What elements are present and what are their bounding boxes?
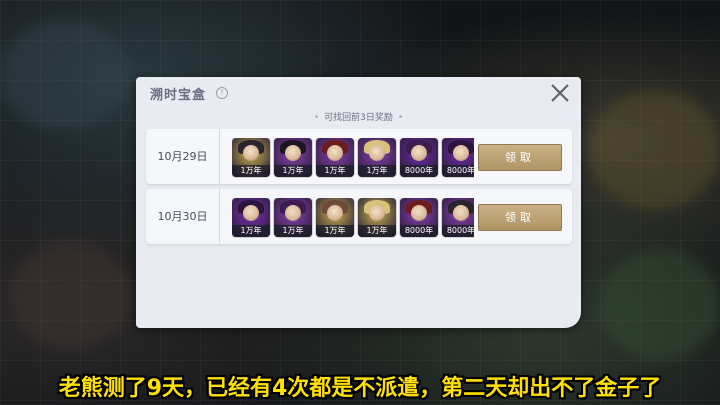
reward-amount: 8000年 (400, 225, 438, 237)
reward-amount: 1万年 (274, 225, 312, 237)
portrait-face (327, 145, 343, 161)
reward-amount: 1万年 (274, 165, 312, 177)
reward-item[interactable]: 1万年 (358, 138, 396, 177)
portrait-face (411, 145, 427, 161)
reward-item[interactable]: 1万年 (274, 138, 312, 177)
close-icon (551, 84, 569, 102)
reward-item[interactable]: 1万年 (232, 138, 270, 177)
reward-amount: 1万年 (232, 165, 270, 177)
reward-list: 1万年 1万年 1万年 1万年 8000年 8000年 (232, 138, 474, 178)
subtitle-dot: • (397, 113, 404, 123)
portrait-face (285, 205, 301, 221)
reward-item[interactable]: 1万年 (316, 138, 354, 177)
portrait-face (243, 205, 259, 221)
reward-amount: 8000年 (442, 225, 474, 237)
subtitle-dot: • (313, 113, 320, 123)
retro-box-panel: 溯时宝盒 ! • 可找回前3日奖励 • 10月29日 1万年 1万年 1万年 1万年 800… (136, 77, 581, 328)
row-date: 10月29日 (146, 129, 220, 184)
panel-title: 溯时宝盒 (150, 88, 207, 103)
portrait-face (453, 205, 469, 221)
background-blob (10, 240, 130, 350)
reward-item[interactable]: 8000年 (442, 138, 474, 177)
close-button[interactable] (549, 82, 571, 104)
portrait-face (453, 145, 469, 161)
portrait-face (327, 205, 343, 221)
reward-item[interactable]: 8000年 (442, 198, 474, 237)
video-caption: 老熊测了9天，已经有4次都是不派遣，第二天却出不了金子了 (58, 376, 662, 401)
reward-row: 10月29日 1万年 1万年 1万年 1万年 8000年 8000年 领取 (146, 129, 572, 184)
panel-subtitle: • 可找回前3日奖励 • (136, 110, 581, 123)
reward-amount: 8000年 (442, 165, 474, 177)
reward-amount: 1万年 (316, 165, 354, 177)
reward-amount: 1万年 (358, 225, 396, 237)
reward-amount: 1万年 (316, 225, 354, 237)
subtitle-text: 可找回前3日奖励 (324, 113, 393, 123)
reward-amount: 1万年 (358, 165, 396, 177)
portrait-face (369, 145, 385, 161)
reward-row: 10月30日 1万年 1万年 1万年 1万年 8000年 8000年 领取 (146, 189, 572, 244)
background-blob (0, 20, 130, 130)
info-icon[interactable]: ! (216, 87, 228, 99)
reward-amount: 1万年 (232, 225, 270, 237)
reward-item[interactable]: 8000年 (400, 198, 438, 237)
portrait-face (411, 205, 427, 221)
reward-item[interactable]: 8000年 (400, 138, 438, 177)
portrait-face (285, 145, 301, 161)
claim-button[interactable]: 领取 (478, 144, 562, 171)
reward-amount: 8000年 (400, 165, 438, 177)
reward-item[interactable]: 1万年 (358, 198, 396, 237)
portrait-face (243, 145, 259, 161)
portrait-face (369, 205, 385, 221)
reward-item[interactable]: 1万年 (274, 198, 312, 237)
reward-item[interactable]: 1万年 (232, 198, 270, 237)
reward-list: 1万年 1万年 1万年 1万年 8000年 8000年 (232, 198, 474, 238)
background-blob (600, 250, 720, 360)
background-blob (590, 90, 720, 210)
claim-button[interactable]: 领取 (478, 204, 562, 231)
reward-item[interactable]: 1万年 (316, 198, 354, 237)
row-date: 10月30日 (146, 189, 220, 244)
